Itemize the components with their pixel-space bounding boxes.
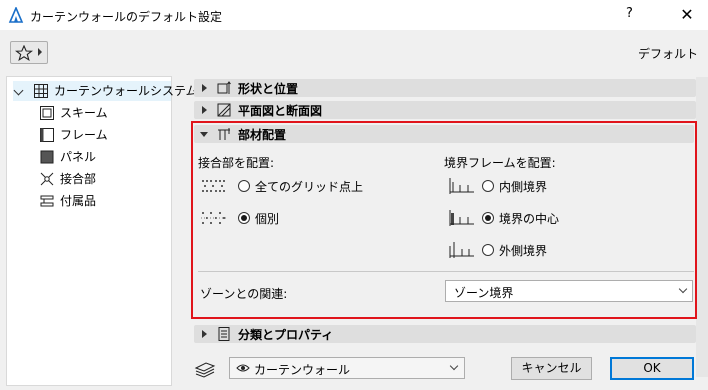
section-classification-properties[interactable]: 分類とプロパティ: [194, 325, 696, 343]
chevron-down-icon[interactable]: [13, 85, 24, 96]
settings-panel: 形状と位置 平面図と断面図 部材配置 接合部を配置: 境界フレームを配置: 全て…: [178, 69, 708, 377]
expand-arrow-icon[interactable]: [202, 84, 207, 92]
dropdown-value: カーテンウォール: [254, 363, 351, 377]
boundary-option-inner[interactable]: 内側境界: [448, 177, 648, 195]
star-icon: [15, 45, 33, 61]
boundary-option-center[interactable]: 境界の中心: [448, 209, 648, 227]
scrollbar[interactable]: [696, 77, 708, 377]
tree-item-label: 付属品: [60, 194, 97, 208]
eye-icon: [236, 364, 250, 372]
all-grid-points-icon: [202, 180, 225, 192]
radio-button[interactable]: [482, 244, 494, 256]
radio-button[interactable]: [482, 180, 494, 192]
section-plan-section[interactable]: 平面図と断面図: [194, 101, 696, 119]
radio-button[interactable]: [238, 180, 250, 192]
accessory-icon: [40, 195, 54, 207]
classification-icon: [218, 327, 230, 341]
boundary-frame-label: 境界フレームを配置:: [444, 156, 556, 170]
zone-relation-label: ゾーンとの関連:: [200, 287, 288, 301]
default-label: デフォルト: [637, 47, 698, 61]
expand-arrow-icon[interactable]: [202, 330, 207, 338]
radio-button-selected[interactable]: [482, 212, 494, 224]
section-title: 分類とプロパティ: [238, 328, 334, 342]
center-boundary-icon: [449, 210, 474, 226]
junction-icon: [40, 172, 54, 186]
junction-placement-label: 接合部を配置:: [198, 156, 275, 170]
title-bar: カーテンウォールのデフォルト設定 ? ✕: [0, 0, 708, 31]
section-title: 形状と位置: [238, 82, 299, 96]
outer-boundary-icon: [449, 242, 474, 258]
tree-item-label: カーテンウォールシステム: [54, 84, 198, 98]
section-title: 平面図と断面図: [238, 104, 323, 118]
dropdown-value: ゾーン境界: [454, 286, 514, 300]
tree-item-label: フレーム: [60, 128, 108, 142]
radio-button-selected[interactable]: [238, 212, 250, 224]
favorites-button[interactable]: [10, 41, 48, 64]
junction-option-all-grid-points[interactable]: 全てのグリッド点上: [200, 177, 400, 195]
option-label: 全てのグリッド点上: [255, 180, 364, 194]
plan-section-icon: [217, 103, 231, 117]
member-placement-icon: [218, 128, 230, 140]
option-label: 個別: [255, 212, 280, 226]
shape-position-icon: [217, 81, 231, 94]
junction-option-individual[interactable]: 個別: [200, 209, 400, 227]
window-title: カーテンウォールのデフォルト設定: [30, 10, 223, 24]
layer-stack-icon: [194, 362, 216, 378]
chevron-down-icon: [678, 284, 688, 294]
curtain-wall-icon: [34, 84, 48, 98]
chevron-down-icon: [449, 361, 459, 371]
tree-item-curtain-wall-system[interactable]: カーテンウォールシステム: [13, 81, 198, 101]
divider: [198, 271, 694, 272]
zone-relation-dropdown[interactable]: ゾーン境界: [445, 280, 693, 302]
section-member-placement[interactable]: 部材配置: [194, 125, 694, 143]
scheme-icon: [40, 106, 54, 120]
tree-item-label: パネル: [60, 150, 97, 164]
archicad-app-icon: [8, 7, 24, 23]
expand-arrow-icon[interactable]: [202, 106, 207, 114]
tree-item-label: 接合部: [60, 172, 97, 186]
tree-item-label: スキーム: [60, 106, 108, 120]
chevron-right-icon: [38, 48, 42, 56]
collapse-arrow-icon[interactable]: [200, 132, 208, 137]
boundary-option-outer[interactable]: 外側境界: [448, 241, 648, 259]
option-label: 境界の中心: [499, 212, 560, 226]
inner-boundary-icon: [449, 178, 474, 194]
panel-icon: [40, 150, 54, 164]
section-shape-position[interactable]: 形状と位置: [194, 79, 696, 97]
option-label: 内側境界: [499, 180, 548, 194]
dialog-footer: カーテンウォール キャンセル OK: [184, 352, 708, 390]
ok-button[interactable]: OK: [610, 357, 694, 380]
individual-junction-icon: [201, 212, 227, 224]
close-button[interactable]: ✕: [672, 3, 702, 27]
cancel-button[interactable]: キャンセル: [511, 357, 592, 380]
help-button[interactable]: ?: [626, 6, 633, 21]
section-title: 部材配置: [238, 128, 287, 142]
settings-tree: カーテンウォールシステム スキーム フレーム パネル 接合部 付属品: [6, 76, 198, 386]
option-label: 外側境界: [499, 244, 548, 258]
dialog-body: デフォルト カーテンウォールシステム スキーム フレーム パネル 接合部 付属品…: [0, 31, 708, 390]
view-layer-dropdown[interactable]: カーテンウォール: [229, 357, 465, 379]
frame-icon: [40, 128, 54, 142]
